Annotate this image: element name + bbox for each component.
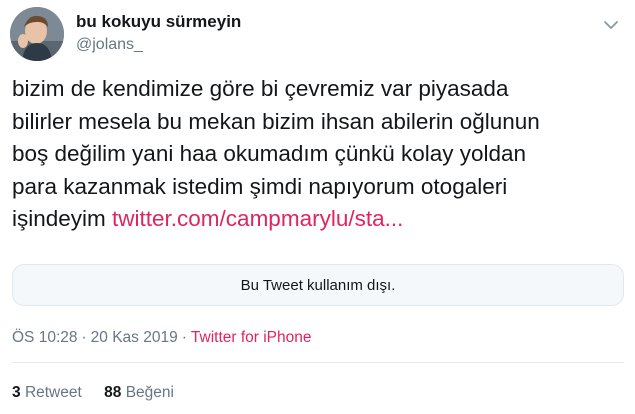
- user-avatar-icon: [10, 7, 64, 61]
- tweet-text-prefix: işindeyim: [12, 206, 113, 231]
- unavailable-tweet-text: Bu Tweet kullanım dışı.: [240, 276, 396, 294]
- avatar[interactable]: [10, 7, 64, 61]
- like-label: Beğeni: [125, 384, 174, 401]
- tweet-date[interactable]: 20 Kas 2019: [91, 329, 178, 346]
- retweet-label: Retweet: [24, 384, 82, 401]
- tweet-stats: 3 Retweet 88 Beğeni: [12, 384, 192, 402]
- tweet-text-line: bizim de kendimize göre bi çevremiz var …: [12, 76, 509, 101]
- like-count: 88: [104, 384, 122, 401]
- meta-separator: ·: [181, 329, 187, 346]
- tweet-text: bizim de kendimize göre bi çevremiz var …: [12, 73, 624, 236]
- tweet-source-link[interactable]: Twitter for iPhone: [191, 329, 312, 346]
- tweet-time[interactable]: ÖS 10:28: [12, 329, 78, 346]
- tweet-text-line: bilirler mesela bu mekan bizim ihsan abi…: [12, 108, 540, 134]
- chevron-down-icon: [604, 21, 618, 29]
- retweet-stat[interactable]: 3 Retweet: [12, 384, 82, 401]
- quoted-tweet-link[interactable]: twitter.com/campmarylu/sta...: [112, 206, 403, 231]
- meta-separator: ·: [81, 329, 87, 346]
- divider: [12, 362, 624, 363]
- more-options-button[interactable]: [600, 16, 622, 34]
- retweet-count: 3: [12, 384, 21, 401]
- tweet-meta: ÖS 10:28 · 20 Kas 2019 · Twitter for iPhone: [12, 329, 312, 347]
- author-handle[interactable]: @jolans_: [76, 36, 143, 54]
- unavailable-tweet-card: Bu Tweet kullanım dışı.: [12, 264, 624, 306]
- author-display-name[interactable]: bu kokuyu sürmeyin: [76, 12, 241, 32]
- tweet-text-line: işindeyim twitter.com/campmarylu/sta...: [12, 203, 624, 236]
- tweet-text-line: boş değilim yani haa okumadım çünkü kola…: [12, 141, 527, 166]
- tweet-card: bu kokuyu sürmeyin @jolans_ bizim de ken…: [0, 0, 635, 414]
- like-stat[interactable]: 88 Beğeni: [104, 384, 174, 401]
- tweet-text-line: para kazanmak istedim şimdi napıyorum ot…: [12, 173, 508, 199]
